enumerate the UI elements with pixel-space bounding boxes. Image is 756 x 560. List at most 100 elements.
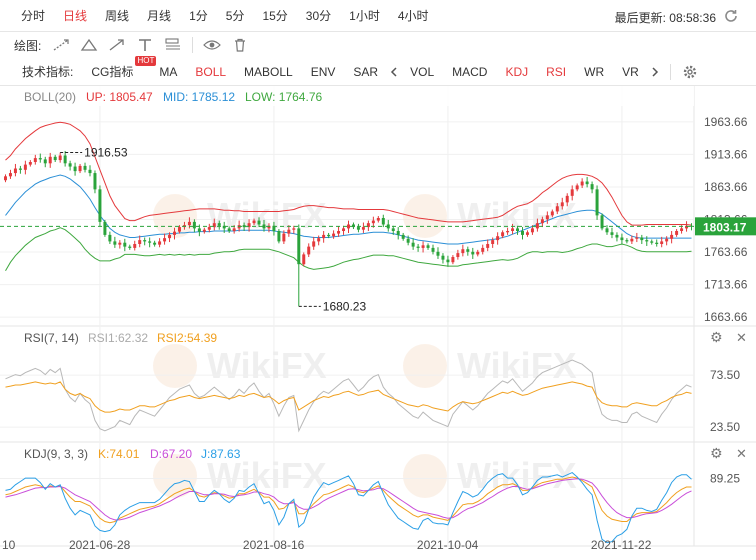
candle-body[interactable]: [391, 228, 395, 231]
kdj-settings-gear-icon[interactable]: ⚙: [710, 445, 723, 461]
candle-body[interactable]: [123, 242, 127, 247]
candle-body[interactable]: [202, 229, 206, 232]
candle-body[interactable]: [401, 234, 405, 239]
triangle-icon[interactable]: [78, 34, 100, 56]
refresh-icon[interactable]: [720, 5, 742, 27]
candle-body[interactable]: [177, 227, 181, 232]
candle-body[interactable]: [466, 249, 470, 252]
candle-body[interactable]: [416, 246, 420, 248]
indicator-item[interactable]: VR: [613, 65, 648, 79]
candle-body[interactable]: [570, 189, 574, 196]
arrow-line-icon[interactable]: [106, 34, 128, 56]
period-tab[interactable]: 30分: [297, 7, 340, 24]
candle-body[interactable]: [521, 230, 524, 235]
candle-body[interactable]: [381, 217, 385, 225]
candle-body[interactable]: [670, 234, 674, 239]
candle-body[interactable]: [630, 238, 634, 242]
candle-body[interactable]: [426, 245, 430, 248]
candle-body[interactable]: [332, 233, 336, 237]
candle-body[interactable]: [53, 156, 57, 161]
kdj-close-icon[interactable]: ✕: [736, 446, 747, 461]
candle-body[interactable]: [83, 165, 87, 170]
candle-body[interactable]: [252, 220, 256, 224]
candle-body[interactable]: [525, 232, 529, 235]
candle-body[interactable]: [158, 241, 162, 245]
candle-body[interactable]: [540, 219, 544, 224]
candle-body[interactable]: [347, 224, 350, 229]
candle-body[interactable]: [277, 230, 281, 242]
indicator-item[interactable]: WR: [575, 65, 613, 79]
candle-body[interactable]: [68, 163, 72, 167]
candle-body[interactable]: [138, 240, 142, 245]
candle-body[interactable]: [8, 173, 12, 177]
candle-body[interactable]: [23, 164, 27, 170]
period-tab[interactable]: 分时: [12, 7, 54, 24]
indicator-item[interactable]: BOLL: [186, 65, 235, 79]
candle-body[interactable]: [491, 240, 495, 245]
indicator-item[interactable]: ENV: [302, 65, 345, 79]
candle-body[interactable]: [18, 168, 22, 170]
candle-body[interactable]: [217, 223, 221, 226]
candle-body[interactable]: [148, 241, 152, 243]
period-tab[interactable]: 15分: [253, 7, 296, 24]
candle-body[interactable]: [411, 242, 415, 247]
candle-body[interactable]: [28, 162, 32, 165]
candle-body[interactable]: [317, 238, 321, 242]
chart-area[interactable]: 1963.661913.661863.661813.661763.661713.…: [0, 86, 756, 560]
candle-body[interactable]: [143, 240, 147, 242]
candle-body[interactable]: [33, 158, 37, 163]
price-label-icon[interactable]: [162, 34, 184, 56]
candle-body[interactable]: [436, 251, 440, 256]
candle-body[interactable]: [446, 259, 450, 263]
period-tab[interactable]: 5分: [217, 7, 254, 24]
indicator-item[interactable]: MA: [150, 65, 186, 79]
candle-body[interactable]: [486, 244, 490, 248]
candle-body[interactable]: [461, 249, 465, 254]
period-tab[interactable]: 4小时: [389, 7, 438, 24]
rsi-settings-gear-icon[interactable]: ⚙: [710, 329, 723, 345]
period-tab[interactable]: 周线: [96, 7, 138, 24]
candle-body[interactable]: [287, 229, 291, 234]
candle-body[interactable]: [560, 202, 564, 207]
candle-body[interactable]: [93, 173, 97, 190]
rsi-close-icon[interactable]: ✕: [736, 330, 747, 345]
candle-body[interactable]: [257, 220, 261, 225]
chevron-left-icon[interactable]: [387, 61, 401, 83]
candle-body[interactable]: [192, 221, 196, 229]
candle-body[interactable]: [590, 184, 594, 190]
candle-body[interactable]: [292, 228, 296, 230]
candle-body[interactable]: [456, 253, 460, 258]
candle-body[interactable]: [108, 234, 112, 242]
candle-body[interactable]: [501, 232, 505, 237]
candle-body[interactable]: [371, 220, 375, 224]
candle-body[interactable]: [282, 233, 286, 242]
candle-body[interactable]: [168, 234, 172, 239]
period-tab[interactable]: 月线: [138, 7, 180, 24]
trash-icon[interactable]: [229, 34, 251, 56]
chart-svg[interactable]: 1963.661913.661863.661813.661763.661713.…: [0, 86, 756, 560]
candle-body[interactable]: [660, 241, 664, 245]
candle-body[interactable]: [173, 231, 176, 235]
chevron-right-icon[interactable]: [648, 61, 662, 83]
candle-body[interactable]: [625, 240, 629, 242]
candle-body[interactable]: [585, 181, 589, 185]
candle-body[interactable]: [595, 189, 599, 216]
candle-body[interactable]: [133, 244, 137, 248]
candle-body[interactable]: [187, 221, 191, 226]
candle-body[interactable]: [63, 155, 67, 164]
text-tool-icon[interactable]: [134, 34, 156, 56]
candle-body[interactable]: [506, 230, 510, 233]
candle-body[interactable]: [302, 254, 306, 265]
candle-body[interactable]: [650, 241, 654, 243]
settings-gear-icon[interactable]: [679, 61, 701, 83]
candle-body[interactable]: [406, 238, 410, 243]
candle-body[interactable]: [307, 246, 311, 255]
candle-body[interactable]: [575, 185, 579, 190]
candle-body[interactable]: [322, 234, 326, 239]
candle-body[interactable]: [511, 228, 515, 231]
indicator-item[interactable]: MACD: [443, 65, 496, 79]
candle-body[interactable]: [48, 156, 52, 164]
candle-body[interactable]: [645, 240, 649, 242]
candle-body[interactable]: [113, 241, 117, 245]
candle-body[interactable]: [620, 237, 624, 241]
